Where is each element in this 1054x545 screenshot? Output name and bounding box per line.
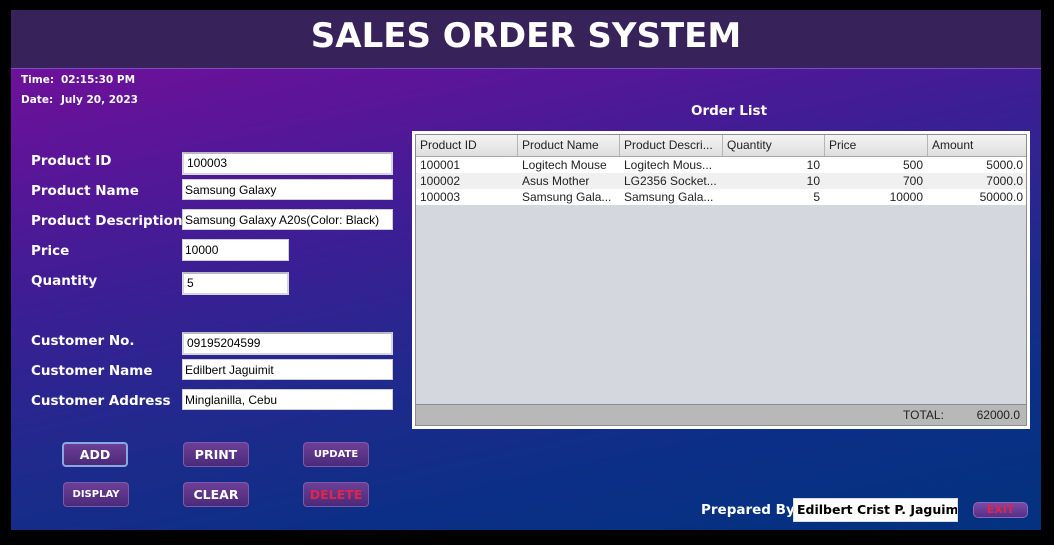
delete-button[interactable]: DELETE — [303, 482, 369, 507]
cell-quantity: 10 — [806, 158, 820, 172]
column-header-product-name[interactable]: Product Name — [518, 135, 620, 156]
column-header-price[interactable]: Price — [825, 135, 928, 156]
table-header: Product ID Product Name Product Descri..… — [416, 135, 1026, 157]
product-id-input[interactable]: 100003 — [182, 152, 393, 175]
time-label: Time: — [21, 74, 55, 86]
cell-quantity: 5 — [813, 190, 820, 204]
app-title: SALES ORDER SYSTEM — [310, 16, 742, 56]
header-bar: SALES ORDER SYSTEM — [11, 10, 1041, 69]
exit-button[interactable]: EXIT — [973, 502, 1028, 518]
column-header-amount[interactable]: Amount — [928, 135, 1028, 156]
customer-name-input[interactable]: Edilbert Jaguimit — [182, 359, 393, 380]
sales-order-window: SALES ORDER SYSTEM Time: 02:15:30 PM Dat… — [11, 10, 1041, 530]
cell-product-id: 100001 — [420, 158, 461, 172]
column-header-product-description[interactable]: Product Descri... — [620, 135, 723, 156]
date-label: Date: — [21, 94, 54, 106]
customer-no-label: Customer No. — [31, 333, 135, 349]
column-header-product-id[interactable]: Product ID — [416, 135, 518, 156]
cell-product-id: 100003 — [420, 190, 461, 204]
product-description-label: Product Description — [31, 213, 183, 229]
date-value: July 20, 2023 — [61, 94, 138, 106]
quantity-input[interactable]: 5 — [182, 272, 289, 295]
cell-product-description: Samsung Gala... — [624, 190, 714, 204]
prepared-by-field[interactable]: Edilbert Crist P. Jaguimit — [793, 498, 958, 522]
prepared-by-label: Prepared By: — [701, 502, 801, 518]
order-list-title: Order List — [691, 103, 768, 119]
customer-name-label: Customer Name — [31, 363, 153, 379]
cell-product-description: LG2356 Socket... — [624, 174, 717, 188]
add-button[interactable]: ADD — [62, 442, 128, 467]
cell-amount: 7000.0 — [986, 174, 1023, 188]
cell-price: 10000 — [889, 190, 923, 204]
cell-product-description: Logitech Mous... — [624, 158, 713, 172]
product-description-input[interactable]: Samsung Galaxy A20s(Color: Black) — [182, 209, 393, 230]
total-label: TOTAL: — [903, 408, 944, 422]
clear-button[interactable]: CLEAR — [183, 482, 249, 507]
product-name-label: Product Name — [31, 183, 139, 199]
cell-amount: 50000.0 — [979, 190, 1023, 204]
customer-address-input[interactable]: Minglanilla, Cebu — [182, 389, 393, 410]
column-header-quantity[interactable]: Quantity — [723, 135, 825, 156]
cell-product-name: Samsung Gala... — [522, 190, 612, 204]
price-input[interactable]: 10000 — [182, 239, 289, 261]
quantity-label: Quantity — [31, 273, 98, 289]
customer-address-label: Customer Address — [31, 393, 171, 409]
cell-product-name: Asus Mother — [522, 174, 590, 188]
product-id-label: Product ID — [31, 153, 112, 169]
print-button[interactable]: PRINT — [183, 442, 249, 467]
time-value: 02:15:30 PM — [61, 74, 136, 86]
cell-product-id: 100002 — [420, 174, 461, 188]
table-row[interactable]: 100003 Samsung Gala... Samsung Gala... 5… — [416, 189, 1026, 205]
cell-amount: 5000.0 — [986, 158, 1023, 172]
product-name-input[interactable]: Samsung Galaxy — [182, 179, 393, 200]
cell-price: 700 — [902, 174, 923, 188]
customer-no-input[interactable]: 09195204599 — [182, 332, 393, 355]
total-value: 62000.0 — [976, 408, 1020, 422]
table-footer: TOTAL: 62000.0 — [416, 404, 1026, 425]
cell-price: 500 — [902, 158, 923, 172]
cell-quantity: 10 — [806, 174, 820, 188]
price-label: Price — [31, 243, 70, 259]
order-list-table[interactable]: Product ID Product Name Product Descri..… — [412, 131, 1030, 429]
cell-product-name: Logitech Mouse — [522, 158, 607, 172]
table-row[interactable]: 100001 Logitech Mouse Logitech Mous... 1… — [416, 157, 1026, 173]
update-button[interactable]: UPDATE — [303, 442, 369, 467]
order-list-table-body: Product ID Product Name Product Descri..… — [415, 134, 1027, 426]
display-button[interactable]: DISPLAY — [63, 482, 129, 507]
table-row[interactable]: 100002 Asus Mother LG2356 Socket... 10 7… — [416, 173, 1026, 189]
